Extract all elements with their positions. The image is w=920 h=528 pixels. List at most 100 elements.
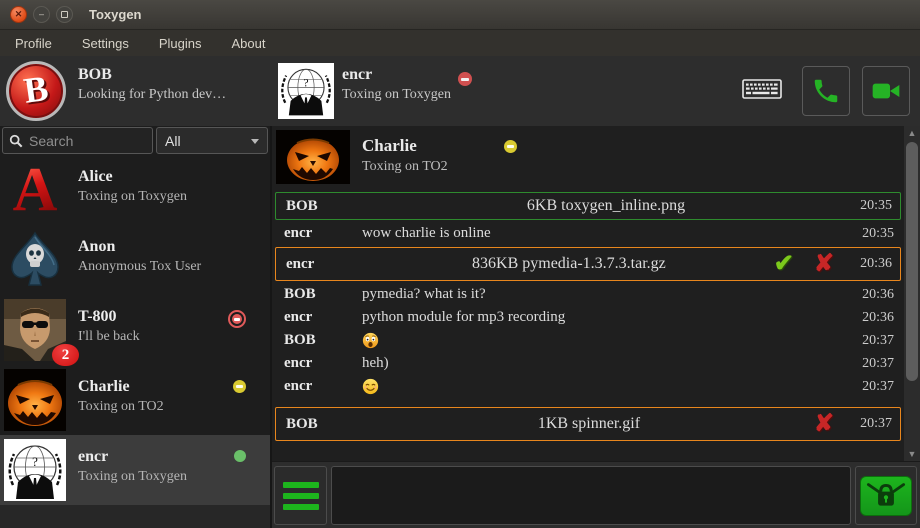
sidebar: All A Alice Toxing on Toxygen bbox=[0, 126, 270, 528]
message-author: encr bbox=[286, 256, 364, 273]
hamburger-menu-icon bbox=[283, 482, 319, 488]
contact-name: encr bbox=[78, 448, 187, 466]
avatar bbox=[4, 369, 66, 431]
contact-status-message: Toxing on Toxygen bbox=[78, 469, 187, 485]
message-text: python module for mp3 recording bbox=[362, 309, 850, 326]
contact-filter-value: All bbox=[165, 133, 181, 149]
cancel-transfer-icon[interactable]: ✘ bbox=[814, 412, 834, 436]
peer-name: encr bbox=[342, 66, 451, 84]
peer-status-message: Toxing on Toxygen bbox=[342, 87, 451, 103]
audio-call-button[interactable] bbox=[802, 66, 850, 116]
message-time: 20:37 bbox=[850, 379, 894, 395]
online-status-icon bbox=[234, 450, 246, 462]
avatar: ? bbox=[4, 439, 66, 501]
contact-name: T-800 bbox=[78, 308, 140, 326]
message-input-row bbox=[272, 461, 920, 528]
file-transfer-label: 1KB spinner.gif bbox=[364, 415, 814, 433]
message-time: 20:35 bbox=[848, 198, 892, 214]
contact-anon[interactable]: Anon Anonymous Tox User bbox=[0, 225, 270, 295]
contact-name: Anon bbox=[78, 238, 201, 256]
contact-encr[interactable]: ? encr Toxing on Toxygen bbox=[0, 435, 270, 505]
top-panel: B BOB Looking for Python dev… ? bbox=[0, 56, 920, 126]
message-time: 20:36 bbox=[850, 287, 894, 303]
phone-icon bbox=[811, 76, 841, 106]
contact-status-message: Toxing on Toxygen bbox=[78, 189, 187, 205]
maximize-window-icon[interactable] bbox=[56, 6, 73, 23]
send-message-button[interactable] bbox=[860, 476, 912, 516]
message-input[interactable] bbox=[331, 466, 851, 525]
chat-peer-status-message: Toxing on TO2 bbox=[362, 159, 448, 175]
scrollbar-thumb[interactable] bbox=[906, 142, 918, 381]
chat-peer-name: Charlie bbox=[362, 136, 448, 156]
menu-about[interactable]: About bbox=[216, 32, 280, 55]
message-author: BOB bbox=[284, 332, 362, 349]
self-status-message: Looking for Python dev… bbox=[78, 87, 226, 103]
message-row: encr wow charlie is online 20:35 bbox=[274, 222, 902, 245]
video-call-button[interactable] bbox=[862, 66, 910, 116]
toxygen-window: ✕ – Toxygen Profile Settings Plugins Abo… bbox=[0, 0, 920, 528]
peer-header: ? encr Toxing on Toxygen bbox=[278, 56, 451, 126]
accept-transfer-icon[interactable]: ✔ bbox=[774, 252, 794, 276]
avatar bbox=[4, 229, 66, 291]
search-input[interactable] bbox=[29, 133, 129, 149]
away-status-icon bbox=[504, 140, 517, 153]
message-time: 20:35 bbox=[850, 226, 894, 242]
message-author: encr bbox=[284, 378, 362, 395]
message-time: 20:36 bbox=[850, 310, 894, 326]
window-title: Toxygen bbox=[89, 7, 142, 22]
contact-name: Alice bbox=[78, 168, 187, 186]
chat-peer-header: Charlie Toxing on TO2 bbox=[276, 128, 904, 186]
contact-list: A Alice Toxing on Toxygen bbox=[0, 155, 270, 505]
window-controls: ✕ – bbox=[10, 6, 73, 23]
search-box bbox=[2, 127, 153, 154]
contact-name: Charlie bbox=[78, 378, 164, 396]
call-controls bbox=[742, 56, 910, 126]
self-avatar: B bbox=[6, 61, 66, 121]
decline-transfer-icon[interactable]: ✘ bbox=[814, 252, 834, 276]
chat-panel: Charlie Toxing on TO2 BOB 6KB toxygen_in… bbox=[270, 126, 920, 528]
menu-settings[interactable]: Settings bbox=[67, 32, 144, 55]
close-window-icon[interactable]: ✕ bbox=[10, 6, 27, 23]
message-author: BOB bbox=[284, 286, 362, 303]
unread-count-badge: 2 bbox=[52, 344, 79, 366]
message-time: 20:37 bbox=[850, 333, 894, 349]
menu-plugins[interactable]: Plugins bbox=[144, 32, 217, 55]
message-row: encr python module for mp3 recording 20:… bbox=[274, 306, 902, 329]
message-text: pymedia? what is it? bbox=[362, 286, 850, 303]
scroll-down-icon[interactable]: ▼ bbox=[908, 447, 917, 461]
busy-status-icon bbox=[228, 310, 246, 328]
message-row: encr 20: bbox=[274, 375, 902, 398]
keyboard-icon[interactable] bbox=[742, 77, 782, 106]
avatar: A bbox=[4, 159, 66, 221]
message-text: heh) bbox=[362, 355, 850, 372]
contact-t800[interactable]: T-800 I'll be back 2 bbox=[0, 295, 270, 365]
menu-profile[interactable]: Profile bbox=[0, 32, 67, 55]
contact-alice[interactable]: A Alice Toxing on Toxygen bbox=[0, 155, 270, 225]
self-profile[interactable]: B BOB Looking for Python dev… bbox=[0, 56, 270, 126]
chat-peer-avatar bbox=[276, 130, 350, 184]
contact-status-message: I'll be back bbox=[78, 329, 140, 345]
chevron-down-icon bbox=[251, 139, 259, 144]
away-status-icon bbox=[233, 380, 246, 393]
titlebar: ✕ – Toxygen bbox=[0, 0, 920, 30]
file-transfer-label: 6KB toxygen_inline.png bbox=[364, 197, 848, 215]
contact-filter-dropdown[interactable]: All bbox=[156, 127, 268, 154]
self-name: BOB bbox=[78, 66, 226, 84]
message-text: wow charlie is online bbox=[362, 225, 850, 242]
minimize-window-icon[interactable]: – bbox=[33, 6, 50, 23]
contact-status-message: Toxing on TO2 bbox=[78, 399, 164, 415]
chat-scrollbar[interactable]: ▲ ▼ bbox=[904, 126, 920, 461]
message-time: 20:36 bbox=[848, 256, 892, 272]
file-transfer-row: encr 836KB pymedia-1.3.7.3.tar.gz ✔ ✘ 20… bbox=[275, 247, 901, 281]
peer-avatar: ? bbox=[278, 63, 334, 119]
file-transfer-row: BOB 6KB toxygen_inline.png 20:35 bbox=[275, 192, 901, 220]
contact-charlie[interactable]: Charlie Toxing on TO2 bbox=[0, 365, 270, 435]
scroll-up-icon[interactable]: ▲ bbox=[908, 126, 917, 140]
svg-text:?: ? bbox=[32, 454, 38, 469]
message-row: BOB 20:3 bbox=[274, 329, 902, 352]
search-icon bbox=[9, 134, 23, 148]
chat-menu-button[interactable] bbox=[274, 466, 327, 525]
message-list: BOB 6KB toxygen_inline.png 20:35 encr wo… bbox=[272, 186, 904, 461]
self-busy-status-icon bbox=[458, 72, 472, 86]
video-camera-icon bbox=[870, 75, 902, 107]
